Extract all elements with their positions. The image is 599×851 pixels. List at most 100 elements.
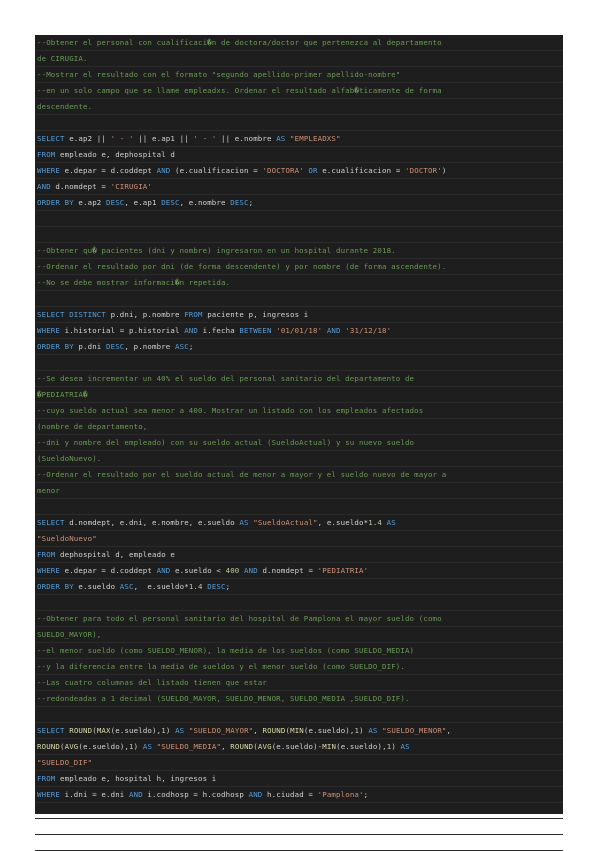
string-token: 'PEDIATRIA' [317, 566, 369, 575]
identifier-token: (e.sueldo), [336, 742, 387, 751]
string-token: 'DOCTORA' [262, 166, 304, 175]
keyword-token: AND [156, 166, 171, 175]
code-line[interactable]: --No se debe mostrar informaci�n repetid… [35, 275, 563, 291]
keyword-token: AND [244, 566, 258, 575]
code-line[interactable]: --cuyo sueldo actual sea menor a 400. Mo… [35, 403, 563, 419]
identifier-token: i.dni = e.dni [60, 790, 129, 799]
code-line[interactable]: --el menor sueldo (como SUELDO_MENOR), l… [35, 643, 563, 659]
code-line[interactable]: --Se desea incrementar un 40% el sueldo … [35, 371, 563, 387]
code-line[interactable]: FROM empleado e, dephospital d [35, 147, 563, 163]
code-line[interactable]: SELECT DISTINCT p.dni, p.nombre FROM pac… [35, 307, 563, 323]
code-line[interactable]: WHERE e.depar = d.coddept AND e.sueldo <… [35, 563, 563, 579]
keyword-token: ORDER BY [37, 198, 74, 207]
keyword-token: AND [248, 790, 263, 799]
code-line[interactable]: --redondeadas a 1 decimal (SUELDO_MAYOR,… [35, 691, 563, 707]
identifier-token: ) [165, 726, 176, 735]
code-line[interactable] [35, 595, 563, 611]
code-line[interactable]: WHERE i.historial = p.historial AND i.fe… [35, 323, 563, 339]
code-line[interactable] [35, 499, 563, 515]
sql-code-editor[interactable]: --Obtener el personal con cualificaci�n … [35, 35, 563, 851]
identifier-token: e.sueldo [73, 582, 120, 591]
code-line[interactable]: WHERE e.depar = d.coddept AND (e.cualifi… [35, 163, 563, 179]
code-line[interactable] [35, 291, 563, 307]
comment-token: --el menor sueldo (como SUELDO_MENOR), l… [37, 646, 415, 655]
keyword-token: AS [142, 742, 153, 751]
code-line[interactable]: (nombre de departamento, [35, 419, 563, 435]
code-line[interactable]: (SueldoNuevo). [35, 451, 563, 467]
code-line[interactable]: --Mostrar el resultado con el formato "s… [35, 67, 563, 83]
code-line[interactable] [35, 227, 563, 243]
code-line[interactable] [35, 115, 563, 131]
comment-token: (nombre de departamento, [37, 422, 148, 431]
code-line[interactable]: WHERE i.dni = e.dni AND i.codhosp = h.co… [35, 787, 563, 803]
code-line[interactable]: descendente. [35, 99, 563, 115]
keyword-token: SELECT [37, 518, 65, 527]
code-line[interactable]: SUELDO_MAYOR), [35, 627, 563, 643]
comment-token: de CIRUGIA. [37, 54, 88, 63]
comment-token: --Las cuatro columnas del listado tienen… [37, 678, 267, 687]
string-token: "SUELDO_DIF" [37, 758, 93, 767]
code-line[interactable]: --Obtener qu� pacientes (dni y nombre) i… [35, 243, 563, 259]
identifier-token: , e.nombre [179, 198, 231, 207]
identifier-token: , e.sueldo* [133, 582, 189, 591]
code-line[interactable]: --Las cuatro columnas del listado tienen… [35, 675, 563, 691]
function-token: ROUND [262, 726, 286, 735]
code-line[interactable]: --y la diferencia entre la media de suel… [35, 659, 563, 675]
code-line[interactable]: ORDER BY p.dni DESC, p.nombre ASC; [35, 339, 563, 355]
code-line[interactable]: --Obtener para todo el personal sanitari… [35, 611, 563, 627]
identifier-token: empleado e, hospital h, ingresos i [55, 774, 217, 783]
string-token: "SUELDO_MEDIA" [156, 742, 222, 751]
keyword-token: DESC [106, 198, 125, 207]
code-line[interactable]: --dni y nombre del empleado) con su suel… [35, 435, 563, 451]
keyword-token: SELECT DISTINCT [37, 310, 106, 319]
comment-token: --Obtener qu� pacientes (dni y nombre) i… [37, 246, 396, 255]
identifier-token: p.dni [73, 342, 106, 351]
code-line[interactable]: "SUELDO_DIF" [35, 755, 563, 771]
comment-token: menor [37, 486, 60, 495]
code-line[interactable]: �PEDIATRIA� [35, 387, 563, 403]
code-line[interactable] [35, 819, 563, 835]
code-line[interactable]: --en un solo campo que se llame empleadx… [35, 83, 563, 99]
identifier-token: e.ap2 || [64, 134, 111, 143]
code-line[interactable]: de CIRUGIA. [35, 51, 563, 67]
code-line[interactable]: ROUND(AVG(e.sueldo),1) AS "SUELDO_MEDIA"… [35, 739, 563, 755]
function-token: AVG [257, 742, 272, 751]
identifier-token: d.nomdept = [257, 566, 318, 575]
code-line[interactable]: AND d.nomdept = 'CIRUGIA' [35, 179, 563, 195]
identifier-token: e.cualificacion = [317, 166, 406, 175]
code-line[interactable]: FROM dephospital d, empleado e [35, 547, 563, 563]
code-line[interactable]: SELECT ROUND(MAX(e.sueldo),1) AS "SUELDO… [35, 723, 563, 739]
code-line[interactable]: SELECT d.nomdept, e.dni, e.nombre, e.sue… [35, 515, 563, 531]
code-line[interactable] [35, 707, 563, 723]
keyword-token: FROM [37, 150, 56, 159]
comment-token: --Ordenar el resultado por dni (de forma… [37, 262, 447, 271]
string-token: "SueldoActual" [253, 518, 318, 527]
code-line[interactable]: ORDER BY e.sueldo ASC, e.sueldo*1.4 DESC… [35, 579, 563, 595]
code-line[interactable]: --Obtener el personal con cualificaci�n … [35, 35, 563, 51]
keyword-token: ORDER BY [37, 582, 74, 591]
code-line[interactable] [35, 835, 563, 851]
identifier-token: , [221, 742, 231, 751]
comment-token: --Mostrar el resultado con el formato "s… [37, 70, 401, 79]
code-line[interactable]: ORDER BY e.ap2 DESC, e.ap1 DESC, e.nombr… [35, 195, 563, 211]
comment-token: --Obtener para todo el personal sanitari… [37, 614, 442, 623]
comment-token: --Ordenar el resultado por el sueldo act… [37, 470, 447, 479]
code-line[interactable]: --Ordenar el resultado por dni (de forma… [35, 259, 563, 275]
keyword-token: SELECT [37, 134, 65, 143]
code-line[interactable] [35, 355, 563, 371]
string-token: ' - ' [110, 134, 134, 143]
comment-token: --No se debe mostrar informaci�n repetid… [37, 278, 231, 287]
string-token: 'Pamplona' [317, 790, 364, 799]
code-line[interactable]: --Ordenar el resultado por el sueldo act… [35, 467, 563, 483]
identifier-token: i.fecha [198, 326, 240, 335]
comment-token: (SueldoNuevo). [37, 454, 102, 463]
code-line[interactable]: menor [35, 483, 563, 499]
number-token: 1.4 [188, 582, 203, 591]
identifier-token: || e.ap1 || [133, 134, 194, 143]
code-line[interactable] [35, 803, 563, 819]
code-line[interactable]: "SueldoNuevo" [35, 531, 563, 547]
code-line[interactable]: FROM empleado e, hospital h, ingresos i [35, 771, 563, 787]
comment-token: �PEDIATRIA� [37, 390, 88, 399]
code-line[interactable] [35, 211, 563, 227]
code-line[interactable]: SELECT e.ap2 || ' - ' || e.ap1 || ' - ' … [35, 131, 563, 147]
